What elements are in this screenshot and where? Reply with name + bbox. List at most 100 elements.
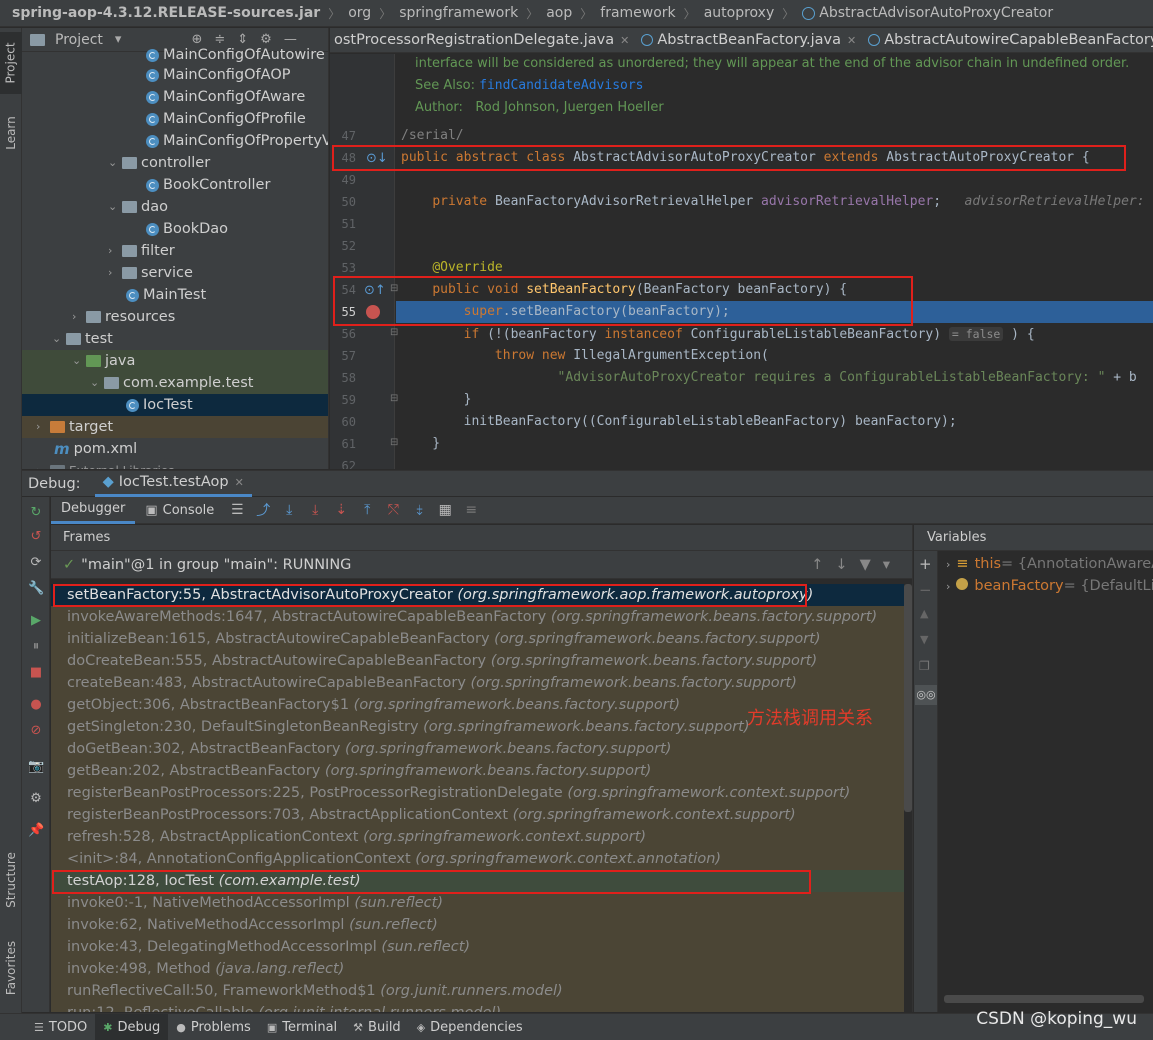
close-icon[interactable]: ✕ bbox=[235, 476, 244, 489]
tree-item[interactable]: › resources bbox=[72, 306, 175, 328]
learn-tool-tab[interactable]: Learn bbox=[0, 106, 22, 160]
see-also-link[interactable]: findCandidateAdvisors bbox=[479, 78, 643, 93]
fold-icon[interactable]: ⊟ bbox=[390, 327, 398, 338]
remove-watch-icon[interactable]: − bbox=[919, 581, 932, 599]
chevron-down-icon[interactable]: ⌄ bbox=[90, 372, 104, 394]
tree-item[interactable]: › service bbox=[108, 262, 193, 284]
breadcrumb-org[interactable]: org bbox=[348, 5, 371, 21]
tree-item[interactable]: BookController bbox=[146, 174, 270, 196]
force-step-into-icon[interactable]: ⇣ bbox=[328, 502, 354, 518]
tab-abstract-autowire-capable[interactable]: AbstractAutowireCapableBeanFactory.java bbox=[864, 32, 1153, 48]
run-to-cursor-icon[interactable]: ⤈ bbox=[406, 502, 432, 518]
breadcrumb-aop[interactable]: aop bbox=[546, 5, 572, 21]
wrench-icon[interactable]: 🔧 bbox=[28, 581, 44, 597]
chevron-right-icon[interactable]: › bbox=[946, 580, 950, 593]
fold-icon[interactable]: ⊟ bbox=[390, 393, 398, 404]
debug-tool-button[interactable]: ✱ Debug bbox=[95, 1013, 169, 1040]
frame-row[interactable]: registerBeanPostProcessors:703, Abstract… bbox=[51, 804, 904, 826]
camera-icon[interactable]: 📷 bbox=[28, 759, 44, 775]
frame-row[interactable]: registerBeanPostProcessors:225, PostProc… bbox=[51, 782, 904, 804]
evaluate-expression-icon[interactable]: ▦ bbox=[432, 502, 458, 518]
chevron-right-icon[interactable]: › bbox=[72, 306, 86, 328]
tree-item[interactable]: MainTest bbox=[126, 284, 206, 306]
breadcrumb-framework[interactable]: framework bbox=[600, 5, 675, 21]
close-icon[interactable]: ✕ bbox=[847, 34, 856, 47]
tree-item[interactable]: BookDao bbox=[146, 218, 228, 240]
frame-row[interactable]: createBean:483, AbstractAutowireCapableB… bbox=[51, 672, 904, 694]
variables-scrollbar[interactable] bbox=[944, 995, 1144, 1003]
frames-scrollbar[interactable] bbox=[904, 584, 912, 812]
chevron-right-icon[interactable]: › bbox=[108, 240, 122, 262]
frame-row[interactable]: run:12, ReflectiveCallable (org.junit.in… bbox=[51, 1002, 904, 1012]
pause-icon[interactable]: ⏸ bbox=[28, 639, 44, 655]
frame-row[interactable]: invoke0:-1, NativeMethodAccessorImpl (su… bbox=[51, 892, 904, 914]
frame-row[interactable]: invoke:62, NativeMethodAccessorImpl (sun… bbox=[51, 914, 904, 936]
fold-icon[interactable]: ⊟ bbox=[390, 437, 398, 448]
breadcrumb-class[interactable]: AbstractAdvisorAutoProxyCreator bbox=[819, 5, 1053, 21]
tree-item[interactable]: MainConfigOfAutowire bbox=[146, 44, 325, 66]
chevron-down-icon[interactable]: ⌄ bbox=[72, 350, 86, 372]
structure-tool-tab[interactable]: Structure bbox=[0, 840, 22, 920]
breakpoint-icon[interactable] bbox=[366, 305, 380, 319]
breadcrumb-springframework[interactable]: springframework bbox=[399, 5, 518, 21]
code-editor[interactable]: interface will be considered as unordere… bbox=[330, 54, 1153, 469]
todo-tool-button[interactable]: ☰ TODO bbox=[26, 1014, 95, 1040]
frame-row-current[interactable]: setBeanFactory:55, AbstractAdvisorAutoPr… bbox=[51, 584, 904, 606]
implements-marker-icon[interactable]: ⊙↑ bbox=[364, 283, 386, 298]
chevron-down-icon[interactable]: ▾ bbox=[115, 32, 122, 47]
tree-item-selected[interactable]: IocTest bbox=[22, 394, 328, 416]
override-marker-icon[interactable]: ⊙↓ bbox=[366, 151, 388, 166]
tree-item[interactable]: MainConfigOfPropertyValues bbox=[146, 130, 328, 152]
gear-icon[interactable]: ⚙ bbox=[28, 791, 44, 807]
variable-row[interactable]: ›beanFactory= {DefaultListableBeanFactor… bbox=[946, 575, 1153, 597]
breadcrumb-jar[interactable]: spring-aop-4.3.12.RELEASE-sources.jar bbox=[12, 5, 320, 21]
frame-row[interactable]: invoke:498, Method (java.lang.reflect) bbox=[51, 958, 904, 980]
favorites-tool-tab[interactable]: Favorites bbox=[0, 928, 22, 1008]
chevron-down-icon[interactable]: ⌄ bbox=[52, 328, 66, 350]
view-breakpoints-icon[interactable]: ● bbox=[28, 697, 44, 713]
stop-icon[interactable]: ■ bbox=[28, 665, 44, 681]
add-watch-icon[interactable]: + bbox=[919, 555, 932, 573]
frame-row[interactable]: invoke:43, DelegatingMethodAccessorImpl … bbox=[51, 936, 904, 958]
menu-icon[interactable]: ☰ bbox=[224, 502, 250, 518]
step-into-icon[interactable]: ⤓ bbox=[302, 502, 328, 518]
move-up-icon[interactable]: ▲ bbox=[920, 607, 928, 620]
tree-item[interactable]: MainConfigOfProfile bbox=[146, 108, 306, 130]
frame-row[interactable]: testAop:128, IocTest (com.example.test) bbox=[51, 870, 904, 892]
tree-item[interactable]: › target bbox=[22, 416, 328, 438]
tree-item[interactable]: ⌄ com.example.test bbox=[22, 372, 328, 394]
chevron-right-icon[interactable]: › bbox=[946, 558, 950, 571]
project-tool-tab[interactable]: Project bbox=[0, 32, 22, 94]
glasses-icon[interactable]: ◎◎ bbox=[915, 685, 937, 705]
copy-icon[interactable]: ❐ bbox=[919, 659, 930, 673]
show-execution-point-icon[interactable]: ⤴ bbox=[250, 500, 276, 520]
fold-icon[interactable]: ⊟ bbox=[390, 283, 398, 294]
tree-item[interactable]: MainConfigOfAOP bbox=[146, 64, 290, 86]
tree-item[interactable]: MainConfigOfAware bbox=[146, 86, 305, 108]
variable-row[interactable]: ›≡this= {AnnotationAwareAspectJAutoProxy… bbox=[946, 553, 1153, 575]
drop-frame-icon[interactable]: ⤲ bbox=[380, 502, 406, 518]
frame-row[interactable]: getBean:202, AbstractBeanFactory (org.sp… bbox=[51, 760, 904, 782]
pin-icon[interactable]: 📌 bbox=[28, 823, 44, 839]
tree-item[interactable]: ⌄ java bbox=[22, 350, 328, 372]
breadcrumb-autoproxy[interactable]: autoproxy bbox=[704, 5, 775, 21]
chevron-right-icon[interactable]: › bbox=[108, 262, 122, 284]
tab-postprocessor-registration[interactable]: ostProcessorRegistrationDelegate.java ✕ bbox=[330, 32, 637, 48]
step-over-icon[interactable]: ⤓ bbox=[276, 502, 302, 518]
trace-icon[interactable]: ≡ bbox=[458, 502, 484, 518]
build-tool-button[interactable]: ⚒ Build bbox=[345, 1014, 409, 1040]
tree-item[interactable]: › filter bbox=[108, 240, 175, 262]
problems-tool-button[interactable]: ● Problems bbox=[168, 1014, 259, 1040]
frame-row[interactable]: doGetBean:302, AbstractBeanFactory (org.… bbox=[51, 738, 904, 760]
modify-run-icon[interactable]: ⟳ bbox=[28, 555, 44, 571]
tree-item[interactable]: ⌄ controller bbox=[108, 152, 210, 174]
tab-debugger[interactable]: Debugger bbox=[51, 497, 136, 524]
frame-nav-icons[interactable]: ↑↓▼▾ bbox=[811, 557, 902, 573]
chevron-down-icon[interactable]: ⌄ bbox=[108, 196, 122, 218]
terminal-tool-button[interactable]: ▣ Terminal bbox=[259, 1014, 345, 1040]
frame-row[interactable]: runReflectiveCall:50, FrameworkMethod$1 … bbox=[51, 980, 904, 1002]
frame-row[interactable]: doCreateBean:555, AbstractAutowireCapabl… bbox=[51, 650, 904, 672]
chevron-right-icon[interactable]: › bbox=[36, 416, 50, 438]
step-out-icon[interactable]: ⤒ bbox=[354, 502, 380, 518]
project-title[interactable]: Project bbox=[55, 32, 103, 48]
